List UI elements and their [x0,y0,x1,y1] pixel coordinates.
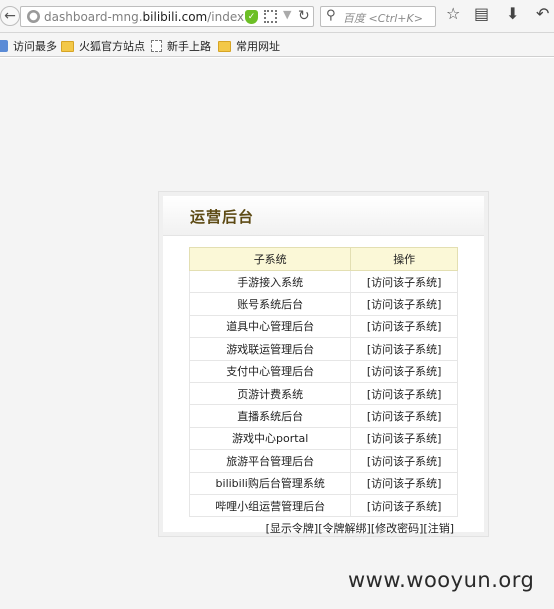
visit-subsystem-link[interactable]: [访问该子系统] [350,269,458,294]
table-row: 旅游平台管理后台 [访问该子系统] [188,449,458,473]
qr-code-icon[interactable] [264,10,277,23]
column-header-subsystem: 子系统 [188,247,352,271]
url-prefix: dashboard-mng. [44,10,143,24]
back-arrow-icon: ← [4,8,16,24]
search-placeholder: 百度 <Ctrl+K> [343,12,423,25]
table-row: 游戏中心portal [访问该子系统] [188,426,458,451]
panel-header: 运营后台 [163,196,484,236]
bookmark-common-sites[interactable]: 常用网址 [218,38,280,54]
subsystem-name: 旅游平台管理后台 [188,449,352,473]
bookmark-label: 火狐官方站点 [79,40,145,53]
back-button[interactable]: ← [0,6,20,26]
subsystem-table: 子系统 操作 手游接入系统 [访问该子系统] 账号系统后台 [访问该子系统] 道具中… [188,247,458,518]
dropdown-arrow-icon[interactable]: ▼ [283,8,291,21]
bookmark-getting-started[interactable]: 新手上路 [151,38,211,54]
table-row: 直播系统后台 [访问该子系统] [188,404,458,428]
account-links: [显示令牌][令牌解绑][修改密码][注销] [266,520,454,536]
subsystem-name: 哔哩小组运营管理后台 [188,493,352,518]
folder-icon [218,40,231,52]
table-row: 道具中心管理后台 [访问该子系统] [188,314,458,339]
system-folder-icon [0,40,8,52]
reading-list-icon[interactable]: ▤ [474,4,489,23]
bookmark-label: 常用网址 [236,40,280,53]
bookmark-label: 访问最多 [13,40,57,53]
bookmark-firefox-sites[interactable]: 火狐官方站点 [61,38,145,54]
admin-panel: 运营后台 子系统 操作 手游接入系统 [访问该子系统] 账号系统后台 [访问该子系统… [158,191,489,537]
home-icon[interactable]: ↶ [536,4,549,23]
navigation-toolbar: ← ● dashboard-mng.bilibili.com/index ✓ ▼… [0,0,554,33]
subsystem-name: 页游计费系统 [188,381,352,406]
table-row: 账号系统后台 [访问该子系统] [188,292,458,316]
bookmarks-bar: 访问最多 火狐官方站点 新手上路 常用网址 [0,33,554,57]
subsystem-name: 游戏联运管理后台 [188,337,352,361]
search-bar[interactable]: ⚲ 百度 <Ctrl+K> [320,6,436,27]
visit-subsystem-link[interactable]: [访问该子系统] [350,426,458,451]
url-host: bilibili.com [142,10,208,24]
page-icon [151,40,162,52]
subsystem-name: 手游接入系统 [188,269,352,294]
visit-subsystem-link[interactable]: [访问该子系统] [350,471,458,495]
bookmark-label: 新手上路 [167,40,211,53]
table-row: 支付中心管理后台 [访问该子系统] [188,359,458,383]
table-row: bilibili购后台管理系统 [访问该子系统] [188,471,458,495]
subsystem-name: 账号系统后台 [188,292,352,316]
watermark: www.wooyun.org [348,568,535,592]
logout-link[interactable]: [注销] [423,522,454,535]
visit-subsystem-link[interactable]: [访问该子系统] [350,314,458,339]
shield-icon[interactable]: ✓ [245,10,258,24]
bookmark-star-icon[interactable]: ☆ [446,4,460,23]
visit-subsystem-link[interactable]: [访问该子系统] [350,337,458,361]
table-row: 页游计费系统 [访问该子系统] [188,381,458,406]
table-row: 手游接入系统 [访问该子系统] [188,269,458,294]
browser-window: ← ● dashboard-mng.bilibili.com/index ✓ ▼… [0,0,554,609]
url-path: /index [207,10,245,24]
change-password-link[interactable]: [修改密码] [371,522,424,535]
table-header-row: 子系统 操作 [188,247,458,271]
visit-subsystem-link[interactable]: [访问该子系统] [350,292,458,316]
search-icon: ⚲ [326,8,336,23]
subsystem-name: bilibili购后台管理系统 [188,471,352,495]
subsystem-name: 支付中心管理后台 [188,359,352,383]
column-header-action: 操作 [350,247,458,271]
show-token-link[interactable]: [显示令牌] [266,522,319,535]
visit-subsystem-link[interactable]: [访问该子系统] [350,404,458,428]
reload-icon[interactable]: ↻ [298,8,310,24]
unbind-token-link[interactable]: [令牌解绑] [318,522,371,535]
subsystem-name: 道具中心管理后台 [188,314,352,339]
download-icon[interactable]: ⬇ [506,4,519,23]
table-row: 哔哩小组运营管理后台 [访问该子系统] [188,493,458,518]
address-bar[interactable]: ● dashboard-mng.bilibili.com/index ✓ ▼ ↻ [20,6,314,27]
table-row: 游戏联运管理后台 [访问该子系统] [188,337,458,361]
subsystem-name: 游戏中心portal [188,426,352,451]
visit-subsystem-link[interactable]: [访问该子系统] [350,493,458,518]
visit-subsystem-link[interactable]: [访问该子系统] [350,449,458,473]
globe-icon: ● [27,10,40,23]
folder-icon [61,40,74,52]
visit-subsystem-link[interactable]: [访问该子系统] [350,359,458,383]
subsystem-name: 直播系统后台 [188,404,352,428]
panel-title: 运营后台 [190,208,255,226]
panel-body: 运营后台 子系统 操作 手游接入系统 [访问该子系统] 账号系统后台 [访问该子系统… [163,196,484,535]
url-text: dashboard-mng.bilibili.com/index [44,10,244,24]
bookmark-most-visited[interactable]: 访问最多 [0,38,57,54]
visit-subsystem-link[interactable]: [访问该子系统] [350,381,458,406]
